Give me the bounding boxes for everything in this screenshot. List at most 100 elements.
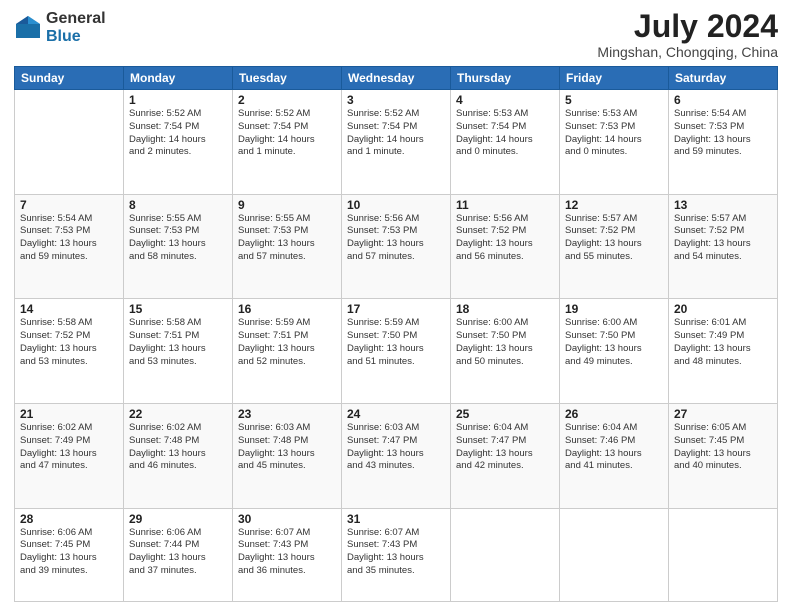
calendar-cell: 9Sunrise: 5:55 AM Sunset: 7:53 PM Daylig… [233,194,342,299]
logo: General Blue [14,10,106,45]
day-info: Sunrise: 6:04 AM Sunset: 7:47 PM Dayligh… [456,422,554,473]
day-number: 18 [456,302,554,316]
day-number: 20 [674,302,772,316]
day-info: Sunrise: 5:56 AM Sunset: 7:53 PM Dayligh… [347,213,445,264]
logo-icon [14,14,42,42]
day-number: 1 [129,93,227,107]
calendar-cell: 15Sunrise: 5:58 AM Sunset: 7:51 PM Dayli… [124,299,233,404]
day-number: 26 [565,407,663,421]
week-row-2: 7Sunrise: 5:54 AM Sunset: 7:53 PM Daylig… [15,194,778,299]
day-info: Sunrise: 6:02 AM Sunset: 7:49 PM Dayligh… [20,422,118,473]
day-info: Sunrise: 5:54 AM Sunset: 7:53 PM Dayligh… [674,108,772,159]
day-info: Sunrise: 5:58 AM Sunset: 7:51 PM Dayligh… [129,317,227,368]
calendar-cell: 13Sunrise: 5:57 AM Sunset: 7:52 PM Dayli… [669,194,778,299]
day-number: 31 [347,512,445,526]
day-info: Sunrise: 6:06 AM Sunset: 7:44 PM Dayligh… [129,527,227,578]
day-info: Sunrise: 6:07 AM Sunset: 7:43 PM Dayligh… [347,527,445,578]
location: Mingshan, Chongqing, China [597,44,778,60]
calendar-cell: 6Sunrise: 5:54 AM Sunset: 7:53 PM Daylig… [669,90,778,195]
day-info: Sunrise: 5:52 AM Sunset: 7:54 PM Dayligh… [347,108,445,159]
week-row-1: 1Sunrise: 5:52 AM Sunset: 7:54 PM Daylig… [15,90,778,195]
day-info: Sunrise: 5:54 AM Sunset: 7:53 PM Dayligh… [20,213,118,264]
day-info: Sunrise: 5:57 AM Sunset: 7:52 PM Dayligh… [565,213,663,264]
day-info: Sunrise: 6:06 AM Sunset: 7:45 PM Dayligh… [20,527,118,578]
day-header-wednesday: Wednesday [342,67,451,90]
day-number: 12 [565,198,663,212]
week-row-5: 28Sunrise: 6:06 AM Sunset: 7:45 PM Dayli… [15,508,778,602]
day-info: Sunrise: 5:53 AM Sunset: 7:54 PM Dayligh… [456,108,554,159]
day-info: Sunrise: 5:52 AM Sunset: 7:54 PM Dayligh… [129,108,227,159]
calendar-cell: 8Sunrise: 5:55 AM Sunset: 7:53 PM Daylig… [124,194,233,299]
day-number: 10 [347,198,445,212]
day-info: Sunrise: 6:03 AM Sunset: 7:47 PM Dayligh… [347,422,445,473]
day-number: 28 [20,512,118,526]
day-info: Sunrise: 6:00 AM Sunset: 7:50 PM Dayligh… [565,317,663,368]
day-info: Sunrise: 5:58 AM Sunset: 7:52 PM Dayligh… [20,317,118,368]
day-header-sunday: Sunday [15,67,124,90]
calendar-cell [669,508,778,602]
day-info: Sunrise: 5:59 AM Sunset: 7:50 PM Dayligh… [347,317,445,368]
day-number: 2 [238,93,336,107]
day-number: 3 [347,93,445,107]
day-number: 22 [129,407,227,421]
calendar-cell: 27Sunrise: 6:05 AM Sunset: 7:45 PM Dayli… [669,403,778,508]
day-number: 19 [565,302,663,316]
day-header-thursday: Thursday [451,67,560,90]
day-number: 4 [456,93,554,107]
calendar-cell: 17Sunrise: 5:59 AM Sunset: 7:50 PM Dayli… [342,299,451,404]
calendar-cell: 16Sunrise: 5:59 AM Sunset: 7:51 PM Dayli… [233,299,342,404]
day-number: 25 [456,407,554,421]
title-section: July 2024 Mingshan, Chongqing, China [597,10,778,60]
day-number: 15 [129,302,227,316]
day-number: 7 [20,198,118,212]
day-header-friday: Friday [560,67,669,90]
logo-text: General Blue [46,10,106,45]
day-info: Sunrise: 6:00 AM Sunset: 7:50 PM Dayligh… [456,317,554,368]
day-number: 9 [238,198,336,212]
logo-general-text: General [46,10,106,28]
calendar-cell: 30Sunrise: 6:07 AM Sunset: 7:43 PM Dayli… [233,508,342,602]
header: General Blue July 2024 Mingshan, Chongqi… [14,10,778,60]
day-info: Sunrise: 6:02 AM Sunset: 7:48 PM Dayligh… [129,422,227,473]
day-info: Sunrise: 6:07 AM Sunset: 7:43 PM Dayligh… [238,527,336,578]
day-info: Sunrise: 5:56 AM Sunset: 7:52 PM Dayligh… [456,213,554,264]
month-title: July 2024 [597,10,778,42]
week-row-3: 14Sunrise: 5:58 AM Sunset: 7:52 PM Dayli… [15,299,778,404]
calendar-cell [451,508,560,602]
calendar-cell: 5Sunrise: 5:53 AM Sunset: 7:53 PM Daylig… [560,90,669,195]
day-info: Sunrise: 5:59 AM Sunset: 7:51 PM Dayligh… [238,317,336,368]
calendar-cell: 25Sunrise: 6:04 AM Sunset: 7:47 PM Dayli… [451,403,560,508]
day-info: Sunrise: 6:04 AM Sunset: 7:46 PM Dayligh… [565,422,663,473]
calendar-cell: 21Sunrise: 6:02 AM Sunset: 7:49 PM Dayli… [15,403,124,508]
day-number: 13 [674,198,772,212]
calendar-cell: 1Sunrise: 5:52 AM Sunset: 7:54 PM Daylig… [124,90,233,195]
calendar-cell: 14Sunrise: 5:58 AM Sunset: 7:52 PM Dayli… [15,299,124,404]
day-number: 29 [129,512,227,526]
calendar-cell: 23Sunrise: 6:03 AM Sunset: 7:48 PM Dayli… [233,403,342,508]
calendar-cell: 12Sunrise: 5:57 AM Sunset: 7:52 PM Dayli… [560,194,669,299]
calendar-cell: 4Sunrise: 5:53 AM Sunset: 7:54 PM Daylig… [451,90,560,195]
day-header-row: SundayMondayTuesdayWednesdayThursdayFrid… [15,67,778,90]
day-number: 6 [674,93,772,107]
day-number: 24 [347,407,445,421]
day-number: 30 [238,512,336,526]
day-info: Sunrise: 6:01 AM Sunset: 7:49 PM Dayligh… [674,317,772,368]
day-number: 5 [565,93,663,107]
calendar-cell: 10Sunrise: 5:56 AM Sunset: 7:53 PM Dayli… [342,194,451,299]
calendar-cell: 31Sunrise: 6:07 AM Sunset: 7:43 PM Dayli… [342,508,451,602]
calendar-cell: 20Sunrise: 6:01 AM Sunset: 7:49 PM Dayli… [669,299,778,404]
day-number: 21 [20,407,118,421]
calendar-cell: 28Sunrise: 6:06 AM Sunset: 7:45 PM Dayli… [15,508,124,602]
day-info: Sunrise: 5:52 AM Sunset: 7:54 PM Dayligh… [238,108,336,159]
calendar-cell: 3Sunrise: 5:52 AM Sunset: 7:54 PM Daylig… [342,90,451,195]
day-number: 27 [674,407,772,421]
calendar-cell: 11Sunrise: 5:56 AM Sunset: 7:52 PM Dayli… [451,194,560,299]
day-info: Sunrise: 6:03 AM Sunset: 7:48 PM Dayligh… [238,422,336,473]
day-number: 8 [129,198,227,212]
calendar-cell: 7Sunrise: 5:54 AM Sunset: 7:53 PM Daylig… [15,194,124,299]
calendar-cell: 29Sunrise: 6:06 AM Sunset: 7:44 PM Dayli… [124,508,233,602]
calendar-cell [15,90,124,195]
day-info: Sunrise: 6:05 AM Sunset: 7:45 PM Dayligh… [674,422,772,473]
day-number: 11 [456,198,554,212]
day-number: 16 [238,302,336,316]
